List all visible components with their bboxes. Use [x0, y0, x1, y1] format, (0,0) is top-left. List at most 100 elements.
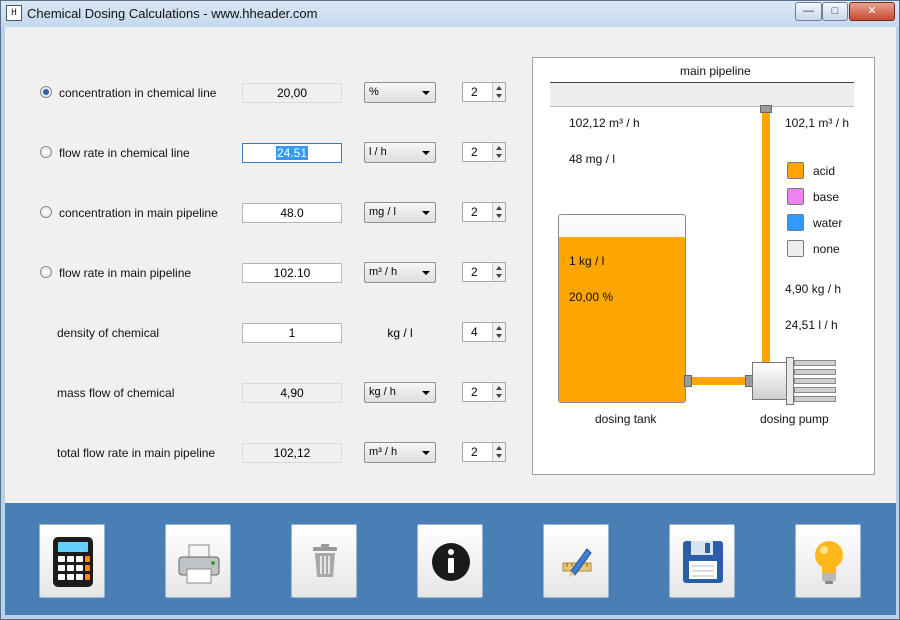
- unit-select-value: %: [369, 86, 379, 98]
- unit-select-value: mg / l: [369, 206, 396, 218]
- input-value: 24.51: [275, 146, 309, 160]
- calculate-button[interactable]: [39, 524, 105, 598]
- spin-up-icon[interactable]: [496, 446, 502, 450]
- spin-down-icon[interactable]: [496, 454, 502, 458]
- radio-flow-rate-main-pipeline[interactable]: [40, 266, 52, 278]
- decimals-stepper-density[interactable]: 4: [462, 322, 506, 342]
- spin-buttons[interactable]: [492, 443, 505, 461]
- spin-down-icon[interactable]: [496, 394, 502, 398]
- unit-select-value: l / h: [369, 146, 387, 158]
- save-button[interactable]: [669, 524, 735, 598]
- unit-select-value: m³ / h: [369, 446, 398, 458]
- row-label-mass-flow: mass flow of chemical: [57, 386, 175, 400]
- spin-buttons[interactable]: [492, 143, 505, 161]
- concentration-label: 48 mg / l: [569, 152, 616, 166]
- dropdown-arrow-icon: [422, 151, 430, 155]
- unit-select-value: kg / h: [369, 386, 396, 398]
- unit-label-density: kg / l: [387, 326, 413, 340]
- spin-buttons[interactable]: [492, 203, 505, 221]
- spin-down-icon[interactable]: [496, 94, 502, 98]
- info-button[interactable]: [417, 524, 483, 598]
- legend-label-none: none: [813, 242, 840, 256]
- dosing-pump-label: dosing pump: [760, 412, 829, 426]
- decimals-stepper-concentration-chemical-line[interactable]: 2: [462, 82, 506, 102]
- decimals-stepper-concentration-main-pipeline[interactable]: 2: [462, 202, 506, 222]
- spin-down-icon[interactable]: [496, 154, 502, 158]
- app-window: H Chemical Dosing Calculations - www.hhe…: [0, 0, 900, 620]
- legend-swatch-acid: [787, 162, 804, 179]
- value-mass-flow: 4,90: [242, 383, 342, 403]
- spin-up-icon[interactable]: [496, 386, 502, 390]
- chemical-line-vertical-pipe: [762, 107, 770, 379]
- save-floppy-icon: [683, 541, 723, 583]
- edit-button[interactable]: [543, 524, 609, 598]
- spin-up-icon[interactable]: [496, 266, 502, 270]
- spin-up-icon[interactable]: [496, 146, 502, 150]
- legend-label-water: water: [813, 216, 843, 230]
- input-density[interactable]: 1: [242, 323, 342, 343]
- spin-buttons[interactable]: [492, 263, 505, 281]
- unit-select-flow-rate-chemical-line[interactable]: l / h: [364, 142, 436, 163]
- input-flow-rate-main-pipeline[interactable]: 102.10: [242, 263, 342, 283]
- info-icon: [432, 543, 470, 581]
- dropdown-arrow-icon: [422, 391, 430, 395]
- decimals-stepper-mass-flow[interactable]: 2: [462, 382, 506, 402]
- unit-select-total-flow[interactable]: m³ / h: [364, 442, 436, 463]
- spin-buttons[interactable]: [492, 383, 505, 401]
- app-icon: H: [6, 5, 22, 21]
- volume-flow-label: 24,51 l / h: [785, 318, 838, 332]
- spin-up-icon[interactable]: [496, 326, 502, 330]
- stepper-value: 4: [471, 325, 478, 339]
- row-label-concentration-main-pipeline: concentration in main pipeline: [59, 206, 218, 220]
- tank-concentration-label: 20,00 %: [569, 290, 614, 304]
- row-label-flow-rate-main-pipeline: flow rate in main pipeline: [59, 266, 192, 280]
- input-flow-rate-chemical-line[interactable]: 24.51: [242, 143, 342, 163]
- spin-down-icon[interactable]: [496, 334, 502, 338]
- title-bar[interactable]: H Chemical Dosing Calculations - www.hhe…: [1, 1, 899, 27]
- main-flow-left-label: 102,12 m³ / h: [569, 116, 640, 130]
- main-pipeline: [550, 82, 854, 107]
- bottom-toolbar: [5, 503, 896, 615]
- pipe-connector: [684, 375, 692, 387]
- legend-swatch-base: [787, 188, 804, 205]
- spin-down-icon[interactable]: [496, 214, 502, 218]
- radio-concentration-main-pipeline[interactable]: [40, 206, 52, 218]
- mass-flow-label: 4,90 kg / h: [785, 282, 842, 296]
- print-button[interactable]: [165, 524, 231, 598]
- value-concentration-chemical-line: 20,00: [242, 83, 342, 103]
- pump-head: [786, 357, 794, 405]
- dropdown-arrow-icon: [422, 451, 430, 455]
- calculator-icon: [53, 537, 93, 587]
- input-concentration-main-pipeline[interactable]: 48.0: [242, 203, 342, 223]
- spin-up-icon[interactable]: [496, 206, 502, 210]
- unit-select-concentration-main-pipeline[interactable]: mg / l: [364, 202, 436, 223]
- pump-fin: [794, 387, 836, 393]
- spin-down-icon[interactable]: [496, 274, 502, 278]
- row-label-total-flow: total flow rate in main pipeline: [57, 446, 216, 460]
- radio-concentration-chemical-line[interactable]: [40, 86, 52, 98]
- dropdown-arrow-icon: [422, 91, 430, 95]
- radio-flow-rate-chemical-line[interactable]: [40, 146, 52, 158]
- spin-buttons[interactable]: [492, 83, 505, 101]
- maximize-button[interactable]: □: [822, 2, 848, 21]
- close-button[interactable]: ✕: [849, 2, 895, 21]
- legend-swatch-water: [787, 214, 804, 231]
- delete-button[interactable]: [291, 524, 357, 598]
- pipe-connector: [760, 105, 772, 113]
- row-label-concentration-chemical-line: concentration in chemical line: [59, 86, 217, 100]
- decimals-stepper-flow-rate-chemical-line[interactable]: 2: [462, 142, 506, 162]
- dosing-tank-label: dosing tank: [595, 412, 657, 426]
- client-area: concentration in chemical line 20,00 % 2…: [5, 27, 896, 615]
- tip-button[interactable]: [795, 524, 861, 598]
- unit-select-concentration-chemical-line[interactable]: %: [364, 82, 436, 103]
- decimals-stepper-flow-rate-main-pipeline[interactable]: 2: [462, 262, 506, 282]
- pump-fin: [794, 369, 836, 375]
- decimals-stepper-total-flow[interactable]: 2: [462, 442, 506, 462]
- diagram-title: main pipeline: [680, 64, 751, 78]
- spin-up-icon[interactable]: [496, 86, 502, 90]
- unit-select-flow-rate-main-pipeline[interactable]: m³ / h: [364, 262, 436, 283]
- unit-select-mass-flow[interactable]: kg / h: [364, 382, 436, 403]
- spin-buttons[interactable]: [492, 323, 505, 341]
- tank-density-label: 1 kg / l: [569, 254, 605, 268]
- minimize-button[interactable]: —: [795, 2, 822, 21]
